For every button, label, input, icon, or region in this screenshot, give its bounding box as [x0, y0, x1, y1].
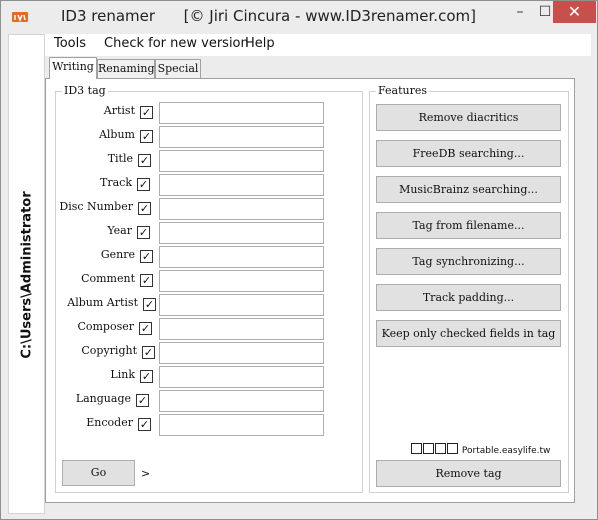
- remove-tag-button[interactable]: Remove tag: [376, 460, 561, 487]
- menu-check-for-new-version[interactable]: Check for new version: [104, 36, 249, 51]
- field-row-disc-number: Disc Number ✓: [1, 198, 331, 220]
- field-checkbox-language[interactable]: ✓: [136, 394, 149, 407]
- tab-writing[interactable]: Writing: [49, 57, 97, 79]
- field-row-genre: Genre ✓: [1, 246, 331, 268]
- menu-tools[interactable]: Tools: [54, 36, 86, 51]
- field-row-language: Language ✓: [1, 390, 331, 412]
- watermark-text: Portable.easylife.tw: [461, 446, 551, 456]
- field-row-album-artist: Album Artist ✓: [1, 294, 331, 316]
- field-checkbox-composer[interactable]: ✓: [139, 322, 152, 335]
- chevron-right-icon[interactable]: >: [141, 467, 150, 480]
- musicbrainz-searching-button[interactable]: MusicBrainz searching...: [376, 176, 561, 203]
- menu-bar: Tools Check for new version Help: [45, 34, 365, 56]
- field-row-artist: Artist ✓: [1, 102, 331, 124]
- field-checkbox-album-artist[interactable]: ✓: [143, 298, 156, 311]
- field-row-album: Album ✓: [1, 126, 331, 148]
- field-checkbox-copyright[interactable]: ✓: [142, 346, 155, 359]
- tag-from-filename-button[interactable]: Tag from filename...: [376, 212, 561, 239]
- track-padding-button[interactable]: Track padding...: [376, 284, 561, 311]
- field-input-link[interactable]: [159, 366, 324, 388]
- field-label-comment: Comment: [81, 272, 135, 285]
- field-input-artist[interactable]: [159, 102, 324, 124]
- field-input-genre[interactable]: [159, 246, 324, 268]
- field-label-track: Track: [100, 176, 132, 189]
- id3-tag-group-title: ID3 tag: [62, 84, 108, 97]
- field-checkbox-disc-number[interactable]: ✓: [138, 202, 151, 215]
- app-window: ID3 renamer [© Jiri Cincura - www.ID3ren…: [0, 0, 598, 520]
- field-input-comment[interactable]: [159, 270, 324, 292]
- field-input-copyright[interactable]: [159, 342, 324, 364]
- field-input-title[interactable]: [159, 150, 324, 172]
- field-checkbox-comment[interactable]: ✓: [140, 274, 153, 287]
- watermark-logo-icon: [423, 443, 434, 454]
- field-input-encoder[interactable]: [159, 414, 324, 436]
- freedb-searching-button[interactable]: FreeDB searching...: [376, 140, 561, 167]
- field-row-track: Track ✓: [1, 174, 331, 196]
- field-label-link: Link: [110, 368, 135, 381]
- field-label-artist: Artist: [103, 104, 135, 117]
- window-title: ID3 renamer [© Jiri Cincura - www.ID3ren…: [61, 7, 476, 25]
- field-input-track[interactable]: [159, 174, 324, 196]
- minimize-button[interactable]: –: [506, 1, 534, 23]
- field-row-comment: Comment ✓: [1, 270, 331, 292]
- field-checkbox-year[interactable]: ✓: [137, 226, 150, 239]
- field-row-year: Year ✓: [1, 222, 331, 244]
- close-button[interactable]: ✕: [553, 1, 596, 23]
- tab-renaming[interactable]: Renaming: [97, 59, 155, 78]
- field-checkbox-track[interactable]: ✓: [137, 178, 150, 191]
- menu-help[interactable]: Help: [245, 36, 275, 51]
- field-checkbox-album[interactable]: ✓: [140, 130, 153, 143]
- field-input-album-artist[interactable]: [159, 294, 324, 316]
- field-checkbox-title[interactable]: ✓: [138, 154, 151, 167]
- watermark-logo-icon: [435, 443, 446, 454]
- field-row-copyright: Copyright ✓: [1, 342, 331, 364]
- field-row-composer: Composer ✓: [1, 318, 331, 340]
- field-label-encoder: Encoder: [86, 416, 133, 429]
- field-label-album-artist: Album Artist: [67, 296, 138, 309]
- field-input-language[interactable]: [159, 390, 324, 412]
- tab-special[interactable]: Special: [155, 59, 201, 78]
- field-input-album[interactable]: [159, 126, 324, 148]
- field-input-composer[interactable]: [159, 318, 324, 340]
- title-bar: ID3 renamer [© Jiri Cincura - www.ID3ren…: [1, 1, 597, 34]
- watermark-logo-icon: [411, 443, 422, 454]
- features-group-title: Features: [376, 84, 430, 97]
- tag-synchronizing-button[interactable]: Tag synchronizing...: [376, 248, 561, 275]
- field-input-year[interactable]: [159, 222, 324, 244]
- watermark-logo-icon: [447, 443, 458, 454]
- field-checkbox-genre[interactable]: ✓: [140, 250, 153, 263]
- field-label-album: Album: [98, 128, 135, 141]
- watermark: Portable.easylife.tw: [411, 443, 550, 456]
- field-row-link: Link ✓: [1, 366, 331, 388]
- remove-diacritics-button[interactable]: Remove diacritics: [376, 104, 561, 131]
- field-label-genre: Genre: [100, 248, 135, 261]
- field-label-copyright: Copyright: [81, 344, 137, 357]
- go-button[interactable]: Go: [62, 460, 135, 486]
- field-checkbox-artist[interactable]: ✓: [140, 106, 153, 119]
- id3-renamer-logo-icon: [12, 12, 28, 23]
- field-checkbox-encoder[interactable]: ✓: [138, 418, 151, 431]
- field-label-composer: Composer: [77, 320, 134, 333]
- field-checkbox-link[interactable]: ✓: [140, 370, 153, 383]
- menu-bar-spacer: [365, 34, 591, 56]
- field-label-title: Title: [107, 152, 133, 165]
- field-label-disc-number: Disc Number: [59, 200, 133, 213]
- field-row-encoder: Encoder ✓: [1, 414, 331, 436]
- field-row-title: Title ✓: [1, 150, 331, 172]
- keep-only-checked-fields-button[interactable]: Keep only checked fields in tag: [376, 320, 561, 347]
- field-input-disc-number[interactable]: [159, 198, 324, 220]
- field-label-language: Language: [75, 392, 131, 405]
- field-label-year: Year: [107, 224, 132, 237]
